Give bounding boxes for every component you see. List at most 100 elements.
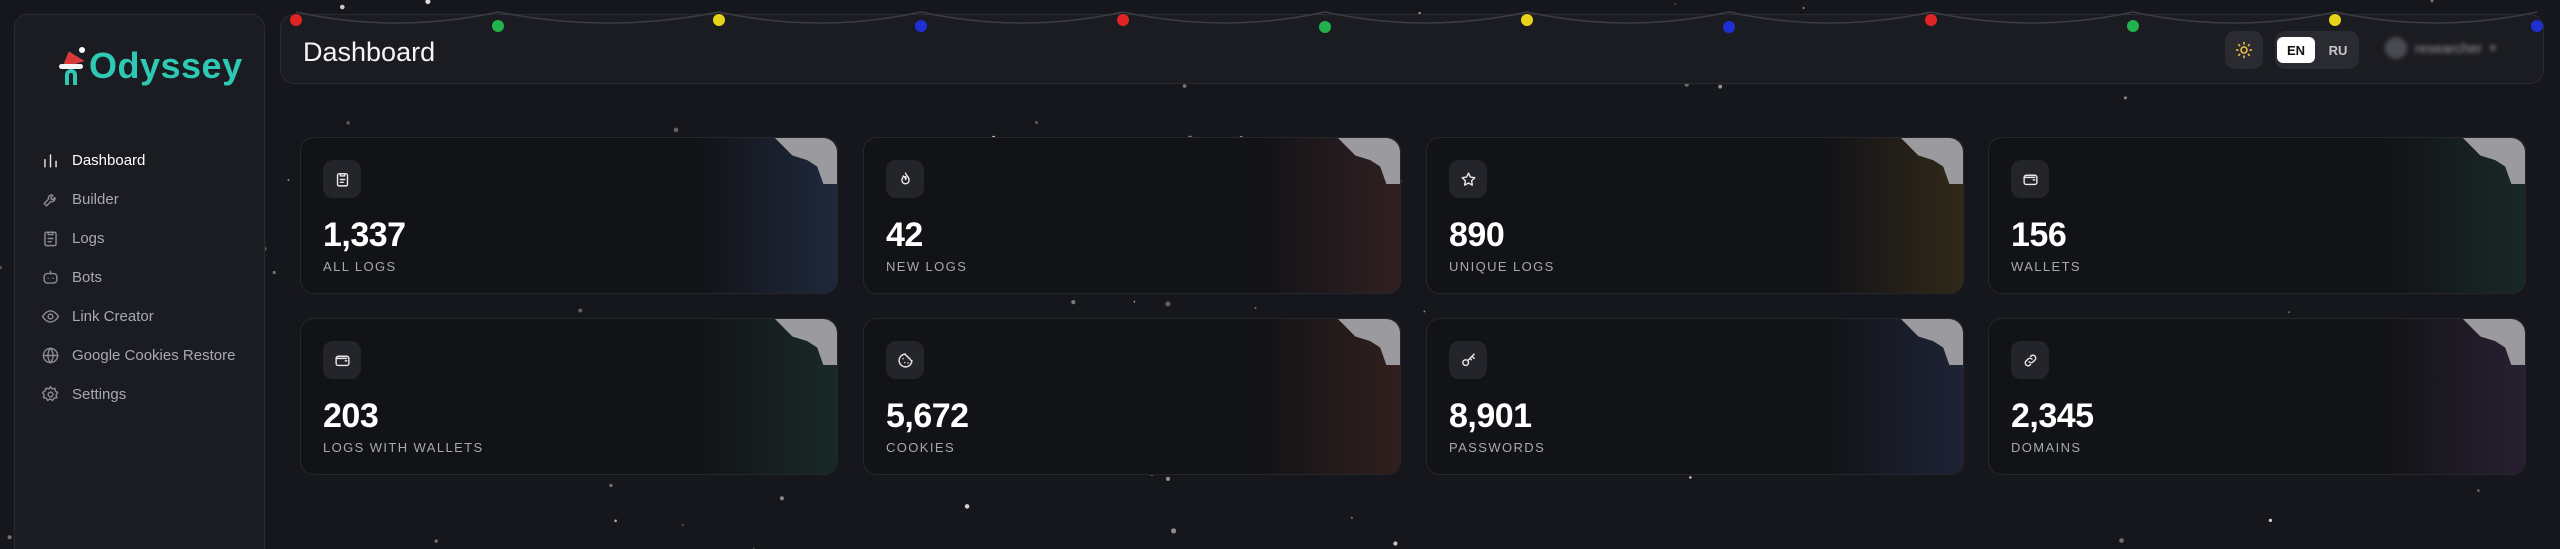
snowflake [2288,311,2290,314]
logo[interactable]: Odyssey [57,47,243,85]
snowflake [0,265,3,270]
clipboard-icon [336,172,348,187]
link-icon [2024,354,2036,366]
snowflake [287,179,290,182]
top-header: Dashboard EN RU researcher ▾ [280,14,2544,84]
snowflake [1689,476,1692,479]
stat-icon-box [886,160,924,198]
stat-value: 1,337 [323,216,406,254]
snowflake [1171,528,1177,534]
snowflake [1254,306,1257,309]
snowflake [578,308,583,313]
snowflake [340,4,345,10]
stat-card-unique-logs: 890 UNIQUE LOGS [1426,137,1964,294]
globe-icon [42,347,59,364]
snowflake [682,524,684,526]
snowflake [1674,3,1677,5]
snowflake [673,127,679,133]
snowflake [1423,310,1426,313]
stat-icon-box [886,341,924,379]
sidebar-item-label: Link Creator [72,308,154,325]
clipboard-icon [44,231,57,247]
sidebar-item-logs[interactable]: Logs [41,219,235,258]
snowflake [346,121,350,125]
stat-icon-box [323,160,361,198]
snowflake [2430,0,2434,3]
snowflake [1350,516,1353,519]
snowflake [425,0,431,5]
snowflake [1133,300,1136,303]
snowflake [2477,489,2480,492]
stat-label: WALLETS [2011,259,2082,274]
snowflake [272,270,276,275]
stat-card-cookies: 5,672 COOKIES [863,318,1401,475]
stat-icon-box [2011,160,2049,198]
santa-hat-logo-icon [57,47,85,85]
stat-label: UNIQUE LOGS [1449,259,1555,274]
stat-card-wallets: 156 WALLETS [1988,137,2526,294]
wallet-icon [334,355,350,366]
avatar [2385,37,2407,59]
sidebar-item-link-creator[interactable]: Link Creator [41,297,235,336]
snowflake [964,504,970,509]
stat-label: NEW LOGS [886,259,968,274]
stat-value: 42 [886,216,923,254]
stat-card-all-logs: 1,337 ALL LOGS [300,137,838,294]
snowflake [1165,301,1171,307]
user-menu[interactable]: researcher ▾ [2385,37,2496,59]
stat-icon-box [2011,341,2049,379]
snowflake [609,483,613,488]
snowflake [1035,120,1039,125]
stat-value: 2,345 [2011,397,2094,435]
flame-icon [900,171,910,184]
stat-card-passwords: 8,901 PASSWORDS [1426,318,1964,475]
stat-value: 8,901 [1449,397,1532,435]
sidebar-item-builder[interactable]: Builder [41,180,235,219]
snowflake [2119,538,2124,543]
sidebar-item-settings[interactable]: Settings [41,375,235,414]
sidebar-item-label: Logs [72,230,105,247]
snowflake [7,535,12,540]
bar-chart-icon [44,154,57,168]
stat-label: LOGS WITH WALLETS [323,440,484,455]
wallet-icon [2022,174,2038,185]
stat-card-logs-with-wallets: 203 LOGS WITH WALLETS [300,318,838,475]
stat-label: ALL LOGS [323,259,397,274]
stat-label: DOMAINS [2011,440,2082,455]
sidebar-item-label: Dashboard [72,152,146,169]
sidebar-item-google-cookies-restore[interactable]: Google Cookies Restore [41,336,235,375]
page-title: Dashboard [303,37,436,67]
stat-icon-box [1449,341,1487,379]
sidebar-item-dashboard[interactable]: Dashboard [41,141,235,180]
sidebar: Odyssey Dashboard Builder Logs Bots Link [14,14,265,549]
snowflake [1718,84,1723,89]
lang-button-ru[interactable]: RU [2319,37,2357,63]
snowflake [1166,476,1170,481]
sun-icon [2235,41,2253,59]
wrench-icon [43,194,56,207]
sidebar-item-label: Google Cookies Restore [72,347,236,364]
stat-icon-box [323,341,361,379]
stat-icon-box [1449,160,1487,198]
stat-value: 203 [323,397,379,435]
chevron-down-icon: ▾ [2489,41,2496,55]
gear-icon [41,385,59,402]
snowflake [2123,96,2127,100]
snowflake [1393,541,1398,546]
stat-label: COOKIES [886,440,956,455]
eye-icon [41,310,60,323]
snowflake [779,496,784,501]
snowflake [2268,518,2272,523]
snowflake [1802,6,1805,10]
snowflake [1071,300,1076,305]
language-switcher: EN RU [2275,31,2359,69]
sidebar-item-bots[interactable]: Bots [41,258,235,297]
cookie-icon [897,352,913,368]
bot-icon [43,270,58,284]
stat-value: 5,672 [886,397,969,435]
stat-card-domains: 2,345 DOMAINS [1988,318,2526,475]
stat-value: 890 [1449,216,1505,254]
stat-label: PASSWORDS [1449,440,1546,455]
theme-toggle-button[interactable] [2225,31,2263,69]
lang-button-en[interactable]: EN [2277,37,2315,63]
